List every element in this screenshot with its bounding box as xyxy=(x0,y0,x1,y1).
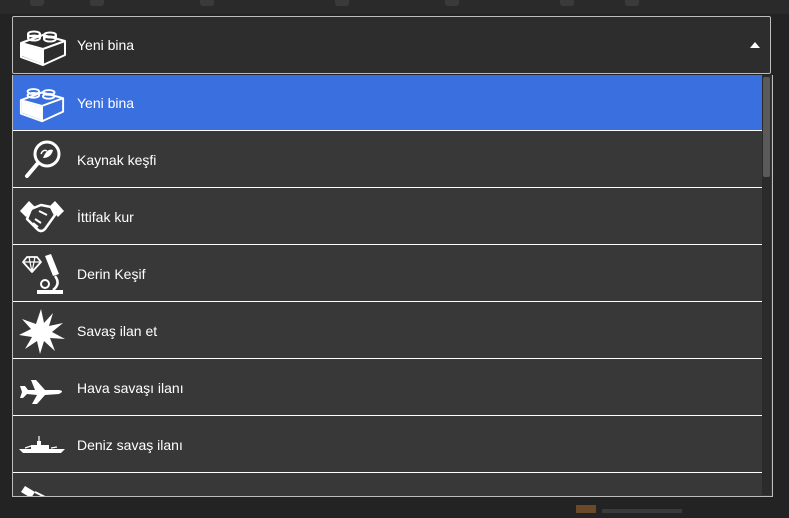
option-partial[interactable] xyxy=(13,474,762,496)
option-savas-ilan-et[interactable]: Savaş ilan et xyxy=(13,303,762,359)
option-label: Deniz savaş ilanı xyxy=(77,437,183,453)
warship-icon xyxy=(17,421,67,469)
option-label: Savaş ilan et xyxy=(77,323,158,339)
magnifier-leaf-icon xyxy=(17,136,67,184)
airplane-icon xyxy=(17,364,67,412)
explosion-icon xyxy=(17,307,67,355)
option-yeni-bina[interactable]: Yeni bina xyxy=(13,75,762,131)
option-label: Yeni bina xyxy=(77,95,135,111)
handshake-icon xyxy=(17,193,67,241)
option-label: İttifak kur xyxy=(77,209,134,225)
option-deniz-savas-ilani[interactable]: Deniz savaş ilanı xyxy=(13,417,762,473)
option-hava-savasi-ilani[interactable]: Hava savaşı ilanı xyxy=(13,360,762,416)
options-list: Yeni bina Kaynak keşfi İttifak kur Derin… xyxy=(12,75,773,497)
scrollbar-thumb[interactable] xyxy=(763,77,770,177)
background-partial-element xyxy=(576,500,686,513)
option-label: Hava savaşı ilanı xyxy=(77,380,184,396)
option-derin-kesif[interactable]: Derin Keşif xyxy=(13,246,762,302)
option-label: Derin Keşif xyxy=(77,266,146,282)
scrollbar[interactable] xyxy=(762,75,771,495)
action-select[interactable]: Yeni bina xyxy=(12,16,771,74)
option-kaynak-kesfi[interactable]: Kaynak keşfi xyxy=(13,132,762,188)
brick-icon xyxy=(17,79,67,127)
partial-item-icon xyxy=(17,478,67,496)
option-ittifak-kur[interactable]: İttifak kur xyxy=(13,189,762,245)
brick-icon xyxy=(17,21,69,71)
option-label: Kaynak keşfi xyxy=(77,152,157,168)
background-toolbar xyxy=(0,0,789,14)
select-value: Yeni bina xyxy=(77,37,135,53)
chevron-up-icon[interactable] xyxy=(750,42,760,48)
microscope-diamond-icon xyxy=(17,250,67,298)
